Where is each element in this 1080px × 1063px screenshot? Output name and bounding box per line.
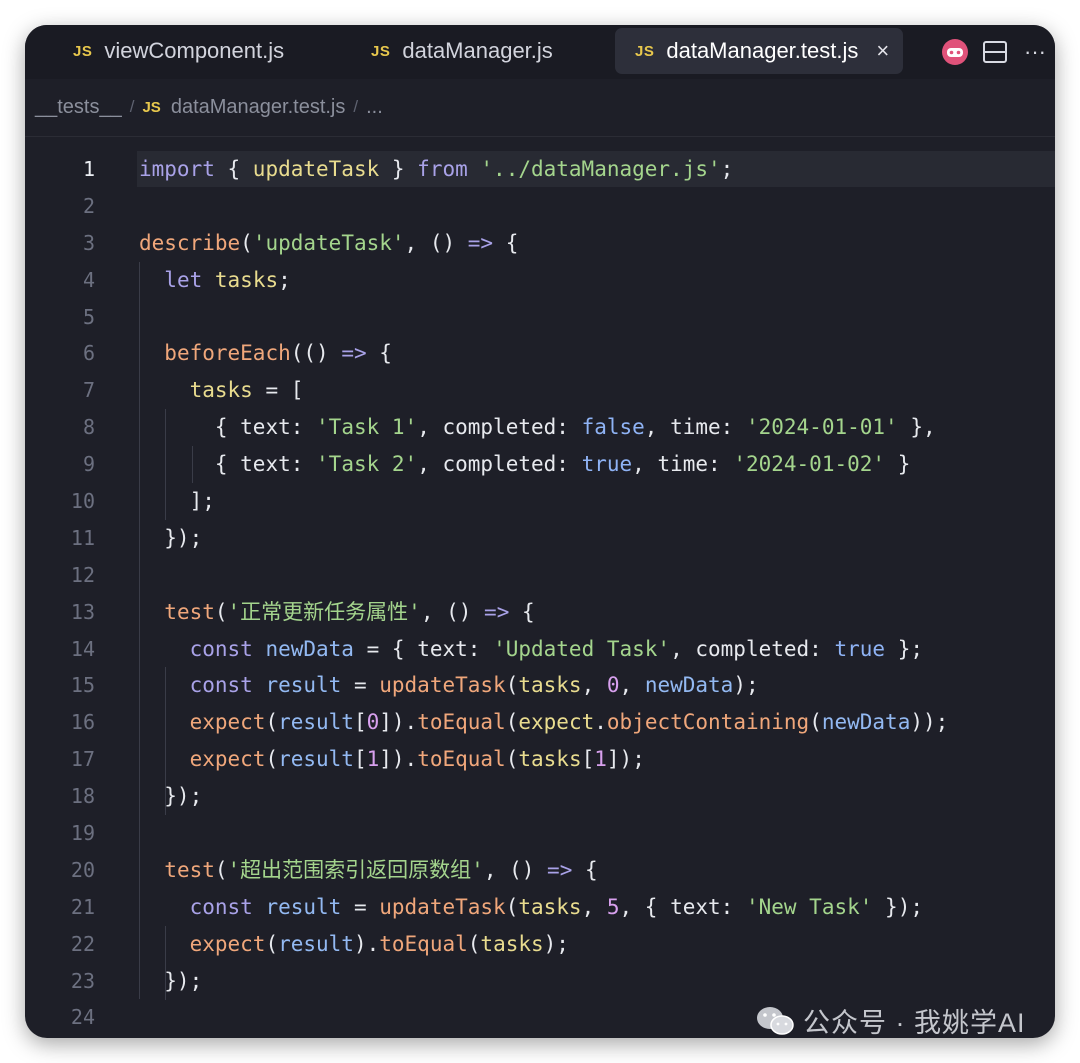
code-line: test('正常更新任务属性', () => { (164, 599, 535, 624)
line-number: 14 (70, 636, 95, 661)
line-number: 11 (70, 525, 95, 550)
code-area[interactable]: import { updateTask } from '../dataManag… (139, 151, 948, 1036)
code-line: const newData = { text: 'Updated Task', … (189, 636, 923, 661)
tab-bar: JS viewComponent.js JS dataManager.js JS… (25, 25, 1055, 79)
watermark: 公众号 · 我姚学AI (755, 1001, 1026, 1040)
line-number: 3 (82, 230, 95, 255)
js-file-icon: JS (371, 42, 391, 60)
watermark-text: 公众号 · 我姚学AI (803, 1008, 1026, 1038)
code-line: beforeEach(() => { (164, 341, 392, 366)
line-number: 17 (70, 747, 95, 772)
code-line: }); (139, 784, 203, 809)
tab-datamanager-test[interactable]: JS dataManager.test.js × (615, 28, 904, 74)
code-line: tasks = [ (189, 378, 304, 403)
line-number: 10 (70, 489, 95, 514)
code-line: let tasks; (164, 267, 291, 292)
tab-label: dataManager.test.js (666, 38, 859, 63)
line-number: 1 (82, 157, 95, 181)
code-line: { text: 'Task 2', completed: true, time:… (139, 452, 911, 477)
code-line: ]; (139, 489, 215, 514)
js-file-icon: JS (142, 98, 161, 116)
breadcrumb-more[interactable]: ... (366, 96, 383, 119)
line-number: 5 (82, 304, 95, 329)
line-number: 16 (70, 710, 95, 735)
js-file-icon: JS (73, 42, 93, 60)
line-number: 6 (82, 341, 95, 366)
breadcrumb-separator: / (353, 97, 359, 116)
line-number-gutter: 1 2 3 4 5 6 7 8 9 10 11 12 13 14 15 16 17 18 19 20 21 22 23 24 (25, 151, 95, 1036)
line-number: 7 (82, 378, 95, 403)
divider (25, 136, 1055, 137)
code-line: expect(result[1]).toEqual(tasks[1]); (189, 747, 645, 772)
line-number: 19 (70, 821, 95, 846)
line-number: 24 (70, 1005, 95, 1030)
tab-label: viewComponent.js (104, 38, 285, 63)
code-line: const result = updateTask(tasks, 5, { te… (189, 894, 923, 919)
line-number: 9 (82, 452, 95, 477)
close-icon[interactable]: × (876, 38, 889, 64)
code-line: import { updateTask } from '../dataManag… (139, 157, 734, 181)
split-editor-icon[interactable] (975, 32, 1015, 72)
line-number: 12 (70, 562, 95, 587)
code-line: expect(result).toEqual(tasks); (189, 931, 569, 956)
tab-actions: ··· (935, 25, 1055, 79)
js-file-icon: JS (635, 42, 655, 60)
line-number: 22 (70, 931, 95, 956)
breadcrumb-file[interactable]: dataManager.test.js (171, 96, 346, 119)
line-number: 8 (82, 415, 95, 440)
code-line: describe('updateTask', () => { (139, 230, 519, 255)
breadcrumb-separator: / (129, 97, 135, 116)
line-number: 21 (70, 894, 95, 919)
line-number: 23 (70, 968, 95, 993)
tab-datamanager[interactable]: JS dataManager.js (371, 28, 553, 74)
code-line: test('超出范围索引返回原数组', () => { (164, 857, 598, 882)
copilot-icon[interactable] (935, 32, 975, 72)
editor-window: JS viewComponent.js JS dataManager.js JS… (25, 25, 1055, 1038)
line-number: 20 (70, 857, 95, 882)
line-number: 15 (70, 673, 95, 698)
code-line: }); (139, 968, 203, 993)
code-line: expect(result[0]).toEqual(expect.objectC… (189, 710, 949, 735)
breadcrumb-folder[interactable]: __tests__ (35, 96, 122, 119)
tab-label: dataManager.js (402, 38, 553, 63)
line-number: 2 (82, 193, 95, 218)
code-editor[interactable]: 1 2 3 4 5 6 7 8 9 10 11 12 13 14 15 16 17 18 19 20 21 22 23 24 … (25, 151, 1055, 1038)
line-number: 4 (82, 267, 95, 292)
code-line: }); (139, 525, 203, 550)
tab-viewcomponent[interactable]: JS viewComponent.js (73, 28, 284, 74)
code-line: { text: 'Task 1', completed: false, time… (139, 415, 936, 440)
line-number: 18 (70, 784, 95, 809)
more-icon[interactable]: ··· (1015, 32, 1055, 72)
code-line: const result = updateTask(tasks, 0, newD… (189, 673, 759, 698)
line-number: 13 (70, 599, 95, 624)
wechat-icon (757, 1006, 794, 1035)
breadcrumb: __tests__ / JS dataManager.test.js / ... (35, 91, 383, 123)
